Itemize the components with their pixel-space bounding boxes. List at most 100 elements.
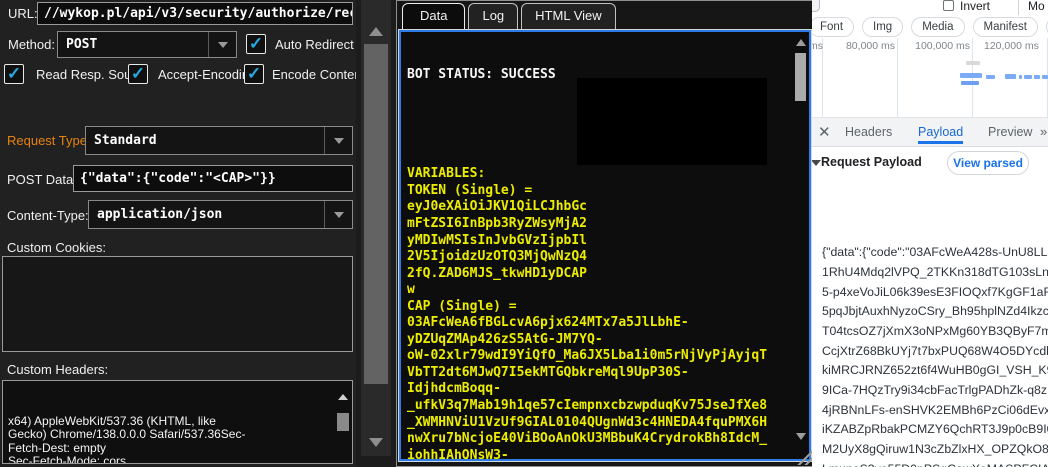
auto-redirect-checkbox[interactable]: ✓ — [246, 34, 266, 54]
scroll-up-icon[interactable] — [796, 39, 806, 46]
close-icon[interactable]: ✕ — [818, 123, 831, 141]
scroll-down-icon[interactable] — [796, 433, 806, 440]
timeline-tick: 80,000 ms — [835, 40, 895, 52]
output-line: VbTT2dt6MJwQ7I5ekMTGQbkreMql9UpP30S- — [407, 365, 767, 382]
output-tabs: Data Log HTML View — [402, 3, 619, 30]
payload-line: 9ICa-7HQzTry9i34cbFacTrlgPADhZk-q8zM — [822, 381, 1048, 401]
chevron-down-icon — [334, 212, 344, 218]
content-type-value: application/json — [89, 207, 324, 222]
output-line: _ufkV3q7Mab19h1qe57cIempnxcbzwpduqKv75Js… — [407, 398, 767, 415]
payload-line: CcjXtrZ68BkUYj7t7bxPUQ68W4O5DYcdk — [822, 342, 1048, 362]
output-line: CAP (Single) = — [407, 299, 767, 316]
accept-encoding-checkbox[interactable]: ✓ — [128, 64, 148, 84]
request-payload-title: Request Payload — [821, 155, 922, 169]
waterfall-bar — [1024, 75, 1032, 79]
tab-log[interactable]: Log — [468, 3, 518, 30]
disclosure-triangle-icon[interactable] — [812, 160, 821, 166]
scroll-up-icon[interactable] — [369, 27, 383, 36]
bot-output-window: Data Log HTML View BOT STATUS: SUCCESS V… — [396, 0, 816, 467]
output-line: yMDIwMSIsInJvbGVzIjpbIl — [407, 233, 767, 250]
custom-headers-line: Fetch-Dest: empty — [8, 442, 334, 456]
url-input[interactable]: //wykop.pl/api/v3/security/authorize/rec… — [37, 2, 353, 25]
output-line: 2fQ.ZAD6MJS_tkwHD1yDCAP — [407, 266, 767, 283]
custom-headers-line: Gecko) Chrome/138.0.0.0 Safari/537.36Sec… — [8, 428, 334, 442]
request-type-label: Request Type: — [7, 133, 91, 148]
waterfall-bar — [1005, 74, 1016, 79]
custom-headers-textarea[interactable]: x64) AppleWebKit/537.36 (KHTML, likeGeck… — [2, 380, 353, 464]
devtools-network-panel: Invert Mo FontImgMediaManifestSocketW ms… — [812, 0, 1048, 467]
tab-data[interactable]: Data — [402, 3, 465, 30]
content-type-dropdown-arrow[interactable] — [324, 201, 352, 228]
payload-line: 4jRBNnLFs-enSHVK2EMBh6PzCi06dEvxTe — [822, 401, 1048, 421]
scrollbar-thumb[interactable] — [337, 413, 349, 431]
view-parsed-button[interactable]: View parsed — [947, 151, 1029, 175]
scrollbar-thumb[interactable] — [795, 53, 806, 101]
timeline-tick: 100,000 ms — [904, 40, 970, 52]
payload-line: M2UyX8gQiruw1N3cZbZlxHX_OPZQkO8 — [822, 440, 1048, 460]
method-dropdown-arrow[interactable] — [208, 32, 236, 57]
payload-line: 5-p4xeVoJiL06k39esE3FIOQxf7KgGF1aF0 — [822, 283, 1048, 303]
timeline-tick: ms — [812, 40, 821, 52]
waterfall-bar — [1042, 75, 1048, 79]
output-line: mFtZSI6InBpb3RyZWsyMjA2 — [407, 216, 767, 233]
request-type-dropdown-arrow[interactable] — [324, 127, 352, 154]
payload-line: T04tcsOZ7jXmX3oNPxMg60YB3QByF7m4 — [822, 322, 1048, 342]
encode-content-checkbox[interactable]: ✓ — [244, 64, 264, 84]
output-line: TOKEN (Single) = — [407, 183, 767, 200]
tab-headers[interactable]: Headers — [845, 118, 892, 146]
output-line: VARIABLES: — [407, 166, 767, 183]
output-line: yDZUqZMAp426zS5AtG-JM7YQ- — [407, 332, 767, 349]
timeline-gridline — [897, 38, 898, 117]
custom-cookies-label: Custom Cookies: — [7, 240, 106, 255]
method-label: Method: — [8, 37, 55, 52]
waterfall-bar — [1034, 75, 1040, 79]
custom-headers-scrollbar[interactable] — [336, 383, 350, 461]
chevron-down-icon — [334, 138, 344, 144]
content-type-dropdown[interactable]: application/json — [88, 200, 353, 229]
custom-headers-label: Custom Headers: — [7, 362, 108, 377]
scrollbar-thumb[interactable] — [364, 44, 388, 384]
waterfall-overview[interactable]: ms 80,000 ms 100,000 ms 120,000 ms — [812, 0, 1048, 117]
custom-headers-line: Sec-Fetch-Mode: cors — [8, 455, 334, 464]
payload-line: LmuneS3ve55D0pPSgCawXoMASPFCIA9 — [822, 460, 1048, 467]
output-line: eyJ0eXAiOiJKV1QiLCJhbGc — [407, 199, 767, 216]
scroll-down-icon[interactable] — [369, 438, 383, 447]
output-line: w — [407, 282, 767, 299]
url-label: URL: — [8, 6, 38, 21]
output-line: _XWMHNViU1VzUf9GIAL0104QUgnWd3c4HNEDA4fq… — [407, 415, 767, 432]
tab-payload[interactable]: Payload — [918, 118, 963, 144]
payload-source: {"data":{"code":"03AFcWeA428s-UnU8LLu1Rh… — [822, 184, 1048, 467]
waterfall-bar — [966, 61, 980, 65]
waterfall-bar — [1019, 75, 1022, 79]
content-type-label: Content-Type: — [7, 208, 89, 223]
scroll-up-icon[interactable] — [338, 394, 348, 400]
output-textarea[interactable]: BOT STATUS: SUCCESS VARIABLES:TOKEN (Sin… — [399, 30, 811, 461]
payload-line: {"data":{"code":"03AFcWeA428s-UnU8LLu — [822, 243, 1048, 263]
payload-line: kiMRCJRNZ652zt6f4WuHB0gGI_VSH_K90 — [822, 361, 1048, 381]
accept-encoding-label: Accept-Encodin — [158, 67, 249, 82]
encode-content-label: Encode Conten — [272, 67, 356, 82]
custom-headers-text: x64) AppleWebKit/537.36 (KHTML, likeGeck… — [8, 380, 334, 464]
output-line: nwXru7bNcjoE40ViBOoAnOkU3MBbuK4CrydrokBh… — [407, 431, 767, 448]
method-value: POST — [58, 37, 208, 52]
read-resp-label: Read Resp. Sou — [36, 67, 131, 82]
custom-headers-line: x64) AppleWebKit/537.36 (KHTML, like — [8, 415, 334, 429]
output-line: iohhIAhQNsW3- — [407, 448, 767, 461]
request-detail-tabbar: ✕ Headers Payload Preview » — [812, 118, 1048, 147]
custom-cookies-textarea[interactable] — [2, 256, 353, 352]
post-data-input[interactable]: {"data":{"code":"<CAP>"}} — [73, 165, 353, 192]
tab-preview[interactable]: Preview — [988, 118, 1032, 146]
output-line: oW-02xlr79wdI9YiQfO_Ma6JX5Lba1i0m5rNjVyP… — [407, 348, 767, 365]
method-dropdown[interactable]: POST — [57, 31, 237, 58]
tab-html-view[interactable]: HTML View — [521, 3, 615, 30]
output-scrollbar[interactable] — [793, 33, 808, 458]
payload-line: 5pqJbjtAuxhNyzoCSry_Bh95hplNZd4Ikzc — [822, 302, 1048, 322]
chevron-down-icon — [218, 42, 228, 48]
redaction-box — [577, 78, 767, 165]
output-lines: VARIABLES:TOKEN (Single) =eyJ0eXAiOiJKV1… — [407, 117, 767, 461]
payload-line: iKZABZpRbakPCMZY6QchRT3J9p0cB9I0t — [822, 420, 1048, 440]
read-resp-checkbox[interactable]: ✓ — [4, 64, 24, 84]
request-type-dropdown[interactable]: Standard — [85, 126, 353, 155]
panel-scrollbar[interactable] — [356, 0, 396, 467]
tab-overflow-icon[interactable]: » — [1040, 118, 1047, 146]
